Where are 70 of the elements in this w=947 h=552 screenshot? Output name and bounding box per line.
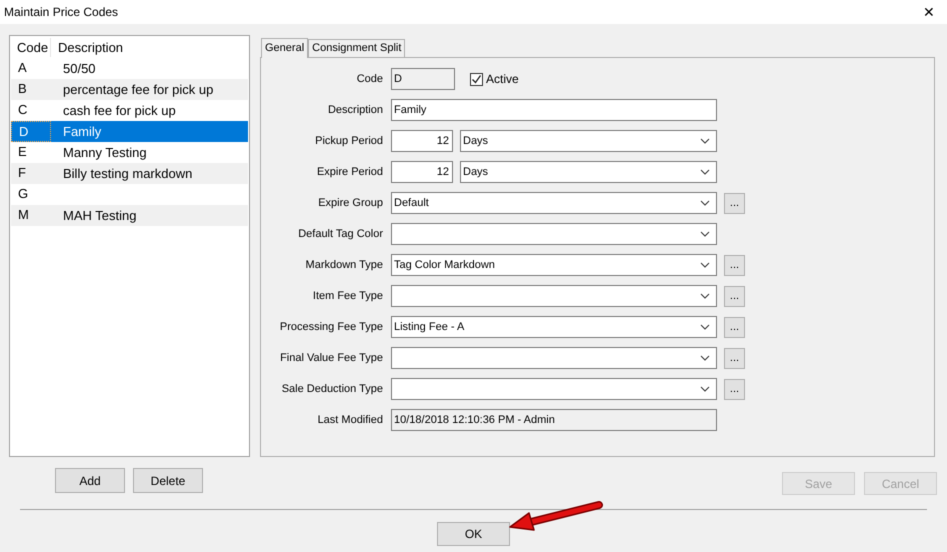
table-cell-text: Family	[62, 122, 102, 141]
dropdown[interactable]	[391, 378, 717, 400]
chevron-down-icon	[700, 262, 710, 268]
dropdown[interactable]: Days	[460, 161, 717, 183]
close-button[interactable]: ✕	[919, 2, 939, 22]
dropdown[interactable]: Default	[391, 192, 717, 214]
list-row[interactable]: M MAH Testing	[11, 205, 248, 226]
field-label: Expire Period	[316, 164, 383, 180]
table-cell-text: A	[17, 59, 28, 77]
field-label: Sale Deduction Type	[280, 382, 383, 397]
table-cell-text: E	[17, 143, 28, 161]
chevron-down-icon	[700, 355, 710, 361]
tab[interactable]: Consignment Split	[308, 39, 406, 57]
field-label: Pickup Period	[314, 134, 383, 149]
table-cell-text: percentage fee for pick up	[62, 80, 214, 99]
list-row[interactable]: B percentage fee for pick up	[11, 79, 248, 100]
button[interactable]: Delete	[133, 468, 203, 493]
field-label: Description	[326, 102, 383, 118]
table-cell-text: M	[17, 206, 30, 224]
chevron-down-icon	[700, 169, 710, 175]
number-field[interactable]: 12	[391, 161, 453, 183]
chevron-down-icon	[700, 324, 710, 330]
browse-button[interactable]: ...	[724, 378, 745, 400]
table-cell-text: cash fee for pick up	[62, 102, 176, 120]
table-cell-text: 50/50	[62, 60, 96, 78]
dropdown[interactable]: Tag Color Markdown	[391, 254, 717, 276]
tab[interactable]: General	[261, 38, 308, 58]
browse-button[interactable]: ...	[724, 348, 745, 368]
chevron-down-icon	[700, 386, 710, 392]
chevron-down-icon	[700, 293, 710, 299]
browse-button[interactable]: ...	[724, 192, 745, 214]
chevron-down-icon	[700, 231, 710, 237]
field-label: Default Tag Color	[297, 226, 383, 242]
checkbox[interactable]	[470, 72, 483, 86]
text-field[interactable]: Family	[391, 99, 717, 121]
browse-button[interactable]: ...	[724, 286, 745, 306]
field-label: Expire Group	[317, 196, 383, 211]
button[interactable]: OK	[437, 522, 510, 546]
field-label: Markdown Type	[304, 258, 383, 273]
dropdown[interactable]	[391, 285, 717, 307]
dropdown[interactable]: Listing Fee - A	[391, 316, 717, 338]
code-field[interactable]: D	[391, 68, 455, 90]
number-field[interactable]: 12	[391, 130, 453, 152]
field-label: Code	[356, 72, 383, 87]
table-cell-text: B	[17, 80, 28, 98]
checkbox-label: Active	[486, 71, 519, 88]
field-label: Processing Fee Type	[278, 320, 383, 335]
table-cell-text: MAH Testing	[62, 206, 136, 225]
chevron-down-icon	[700, 200, 710, 206]
browse-button[interactable]: ...	[724, 316, 745, 338]
window-title: Maintain Price Codes	[4, 4, 118, 21]
list-row[interactable]: D Family	[11, 121, 248, 142]
field-label: Final Value Fee Type	[279, 350, 383, 366]
table-cell-text: Billy testing markdown	[62, 164, 192, 183]
dropdown[interactable]	[391, 223, 717, 245]
dropdown[interactable]: Days	[460, 130, 717, 152]
table-cell-text: G	[17, 185, 30, 203]
column-header[interactable]: Description	[51, 38, 124, 58]
field-label: Last Modified	[316, 412, 383, 428]
browse-button[interactable]: ...	[724, 254, 745, 276]
button[interactable]: Add	[55, 468, 125, 493]
chevron-down-icon	[700, 138, 710, 144]
table-cell-text: Manny Testing	[62, 144, 147, 162]
readonly-field: 10/18/2018 12:10:36 PM - Admin	[391, 409, 717, 431]
table-cell-text: F	[17, 164, 27, 182]
field-label: Item Fee Type	[312, 288, 383, 304]
dropdown[interactable]	[391, 347, 717, 369]
column-header[interactable]: Code	[11, 38, 51, 58]
table-cell-text: C	[17, 101, 28, 119]
list-row[interactable]: F Billy testing markdown	[11, 163, 248, 184]
